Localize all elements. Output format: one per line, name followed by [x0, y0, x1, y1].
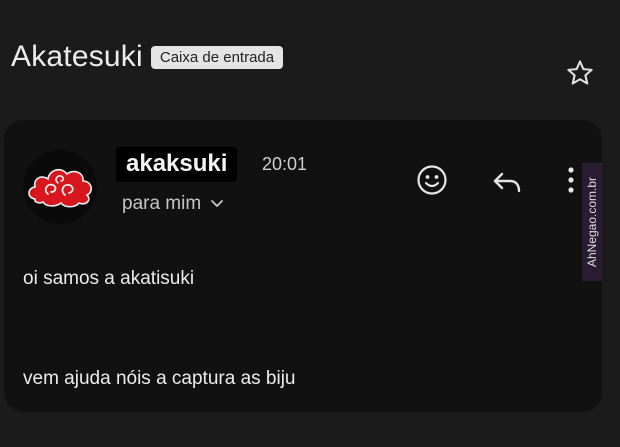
sender-name: akaksuki — [126, 150, 228, 177]
avatar[interactable] — [23, 150, 97, 224]
sender-name-box[interactable]: akaksuki — [116, 147, 238, 182]
emoji-smile-icon[interactable] — [415, 163, 449, 197]
email-body-line: oi samos a akatisuki — [23, 268, 195, 289]
red-cloud-icon — [28, 168, 92, 208]
chevron-down-icon — [211, 200, 224, 207]
watermark-text: AhNegao.com.br — [585, 176, 600, 268]
recipient-label: para mim — [122, 193, 202, 214]
inbox-label-chip[interactable]: Caixa de entrada — [150, 45, 284, 69]
reply-arrow-icon[interactable] — [490, 165, 524, 199]
more-vertical-icon[interactable] — [557, 163, 585, 197]
recipient-toggle[interactable]: para mim — [122, 193, 224, 215]
email-subject: Akatesuki — [11, 40, 143, 73]
email-body-line: vem ajuda nóis a captura as biju — [23, 368, 296, 389]
email-time: 20:01 — [262, 154, 308, 174]
subject-row: Akatesuki Caixa de entrada — [11, 40, 284, 74]
watermark: AhNegao.com.br — [582, 163, 602, 281]
star-icon[interactable] — [565, 58, 595, 88]
